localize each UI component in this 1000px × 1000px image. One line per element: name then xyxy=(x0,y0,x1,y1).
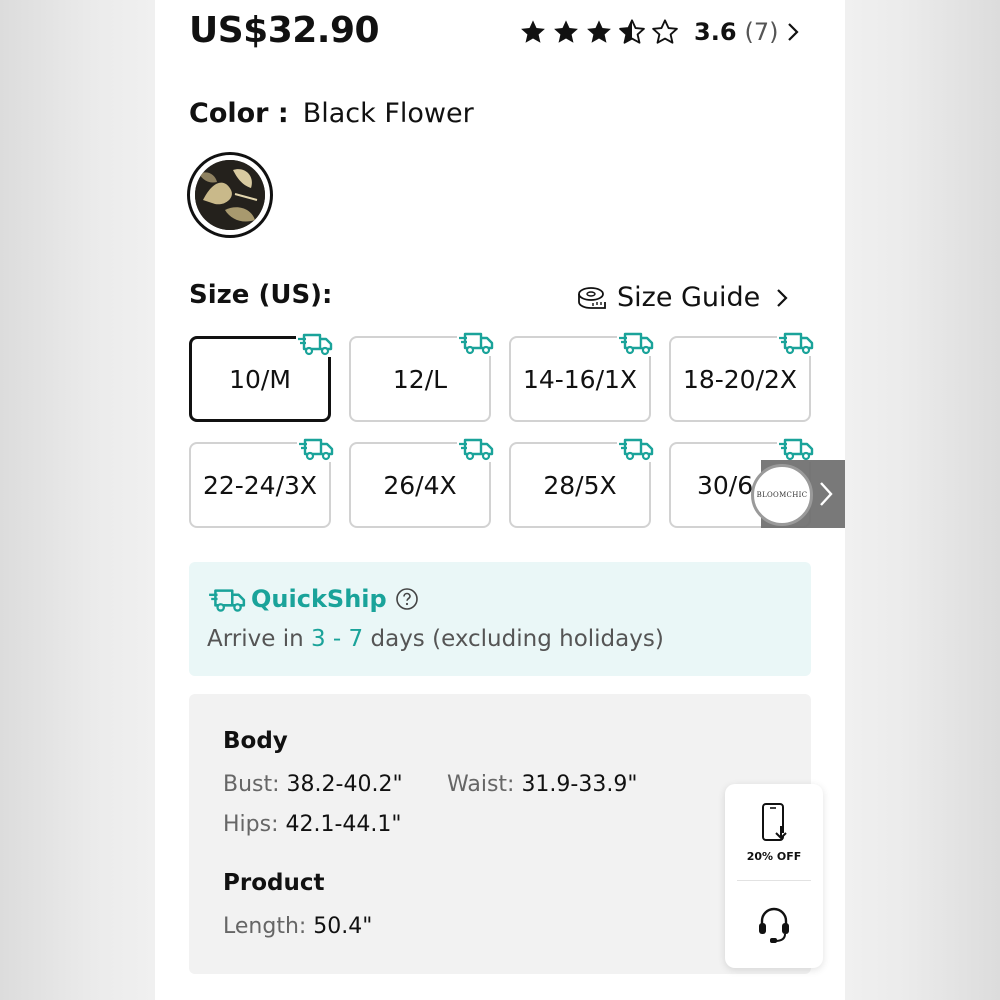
size-option-10m[interactable]: 10/M xyxy=(189,329,334,422)
hips-value: 42.1-44.1" xyxy=(285,812,402,837)
waist-measurement: Waist: 31.9-33.9" xyxy=(447,772,637,797)
hips-measurement: Hips: 42.1-44.1" xyxy=(223,812,402,837)
size-option-14-16-1x[interactable]: 14-16/1X xyxy=(509,328,655,422)
truck-icon xyxy=(617,434,655,462)
body-heading: Body xyxy=(223,728,288,754)
quickship-title: QuickShip xyxy=(251,585,387,613)
size-option-28-5x[interactable]: 28/5X xyxy=(509,434,655,528)
truck-icon xyxy=(777,434,815,462)
size-option-label: 10/M xyxy=(229,364,291,394)
size-option-label: 30/6 xyxy=(697,470,754,500)
chevron-right-icon xyxy=(787,23,799,41)
bust-label: Bust: xyxy=(223,772,287,797)
star-icon xyxy=(587,20,611,43)
waist-value: 31.9-33.9" xyxy=(521,772,638,797)
headset-icon xyxy=(759,907,789,943)
size-guide-link[interactable]: Size Guide xyxy=(577,282,790,313)
brand-logo: BLOOMCHIC xyxy=(751,464,813,526)
help-icon[interactable] xyxy=(395,587,419,611)
floral-pattern-icon xyxy=(195,160,265,230)
rating-value: 3.6 xyxy=(694,18,737,46)
arrival-suffix: days (excluding holidays) xyxy=(363,626,664,652)
size-guide-label: Size Guide xyxy=(617,282,761,313)
size-option-label: 26/4X xyxy=(383,470,457,500)
truck-icon xyxy=(777,328,815,356)
truck-icon xyxy=(457,434,495,462)
size-option-label: 28/5X xyxy=(543,470,617,500)
star-icon xyxy=(521,20,545,43)
panel-divider xyxy=(737,880,811,881)
star-icon xyxy=(554,20,578,43)
chevron-right-icon xyxy=(820,482,833,506)
rating-summary[interactable]: 3.6 (7) xyxy=(519,14,801,50)
color-value: Black Flower xyxy=(302,98,474,129)
truck-icon xyxy=(457,328,495,356)
review-count: (7) xyxy=(744,18,779,46)
color-swatch-black-flower[interactable] xyxy=(187,152,273,238)
size-option-label: 12/L xyxy=(392,364,448,394)
hips-label: Hips: xyxy=(223,812,286,837)
brand-logo-text: BLOOMCHIC xyxy=(756,491,808,499)
product-page: US$32.90 3.6 (7) Color : Black Flower Si… xyxy=(155,0,845,1000)
quickship-arrival-text: Arrive in 3 - 7 days (excluding holidays… xyxy=(207,626,664,652)
size-details-panel: Body Bust: 38.2-40.2" Waist: 31.9-33.9" … xyxy=(189,694,811,974)
color-label: Color : xyxy=(189,98,289,129)
length-measurement: Length: 50.4" xyxy=(223,914,372,939)
quickship-title-row: QuickShip xyxy=(207,584,419,614)
product-price: US$32.90 xyxy=(189,10,380,51)
phone-download-icon xyxy=(762,802,787,841)
size-option-12l[interactable]: 12/L xyxy=(349,328,495,422)
tape-measure-icon xyxy=(578,286,606,309)
truck-icon xyxy=(296,329,334,357)
star-rating xyxy=(519,18,684,46)
empty-star-icon xyxy=(652,19,678,44)
chevron-right-icon xyxy=(777,288,788,307)
app-discount-label: 20% OFF xyxy=(746,849,802,863)
background-left xyxy=(0,0,155,1000)
half-star-icon xyxy=(619,19,645,44)
customer-service-button[interactable] xyxy=(725,882,823,968)
arrival-range: 3 - 7 xyxy=(310,626,364,652)
size-option-26-4x[interactable]: 26/4X xyxy=(349,434,495,528)
size-option-22-24-3x[interactable]: 22-24/3X xyxy=(189,434,335,528)
bust-measurement: Bust: 38.2-40.2" xyxy=(223,772,403,797)
quickship-banner: QuickShip Arrive in 3 - 7 days (excludin… xyxy=(189,562,811,676)
truck-icon xyxy=(617,328,655,356)
color-selector-label: Color : Black Flower xyxy=(189,98,474,129)
background-right xyxy=(845,0,1000,1000)
app-download-button[interactable]: 20% OFF xyxy=(725,784,823,880)
size-option-label: 14-16/1X xyxy=(522,364,638,394)
size-label: Size (US): xyxy=(189,280,333,310)
waist-label: Waist: xyxy=(447,772,522,797)
truck-icon xyxy=(297,434,335,462)
bust-value: 38.2-40.2" xyxy=(286,772,403,797)
size-option-label: 18-20/2X xyxy=(682,364,798,394)
product-heading: Product xyxy=(223,870,325,896)
length-value: 50.4" xyxy=(313,914,373,939)
arrival-prefix: Arrive in xyxy=(207,626,311,652)
swatch-pattern xyxy=(195,160,265,230)
size-option-label: 22-24/3X xyxy=(202,470,318,500)
truck-icon xyxy=(209,589,246,612)
size-option-18-20-2x[interactable]: 18-20/2X xyxy=(669,328,815,422)
length-label: Length: xyxy=(223,914,314,939)
floating-action-panel: 20% OFF xyxy=(725,784,823,968)
